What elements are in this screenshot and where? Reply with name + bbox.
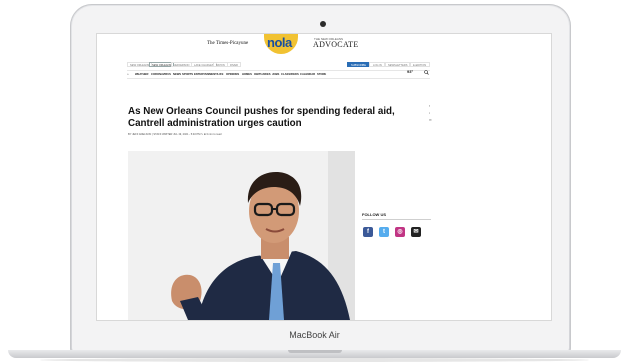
home-icon[interactable]: ⌂ (127, 72, 129, 77)
eedition-link[interactable]: E-EDITION (409, 62, 431, 67)
nav-item-calendar[interactable]: CALENDAR (300, 72, 315, 77)
edition-tab[interactable]: JEFFERSON (171, 62, 193, 67)
share-column: f t ✉ (429, 104, 433, 125)
nav-item-weather[interactable]: WEATHER (135, 72, 148, 77)
byline-text: BY JEFF ADELSON | STAFF WRITER JUL 19, 2… (128, 133, 201, 136)
edition-tab[interactable]: RIVER (227, 62, 241, 67)
search-icon[interactable] (424, 70, 429, 75)
edition-tab[interactable]: BATON (213, 62, 228, 67)
follow-us-title: FOLLOW US (362, 212, 386, 217)
nav-item-sports[interactable]: SPORTS (182, 72, 193, 77)
nav-item-news[interactable]: NEWS (173, 72, 181, 77)
camera-icon (320, 21, 326, 27)
article-headline: As New Orleans Council pushes for spendi… (128, 106, 395, 129)
nav-item-store[interactable]: STORE (317, 72, 326, 77)
nav-item-homes[interactable]: HOMES (242, 72, 252, 77)
article-photo[interactable] (128, 151, 355, 320)
twitter-icon[interactable]: t (379, 227, 389, 237)
newsletters-link[interactable]: NEWSLETTERS (384, 62, 412, 67)
twitter-share-icon[interactable]: t (429, 111, 433, 115)
article-byline: BY JEFF ADELSON | STAFF WRITER JUL 19, 2… (128, 133, 221, 136)
times-picayune-logo[interactable]: The Times-Picayune (207, 41, 248, 46)
nav-item-coronavirus[interactable]: CORONAVIRUS (151, 72, 171, 77)
nav-item-opinions[interactable]: OPINIONS (226, 72, 239, 77)
photo-subject (128, 151, 355, 320)
site-masthead: The Times-Picayune nola THE NEW ORLEANS … (97, 34, 551, 58)
subscribe-button[interactable]: SUBSCRIBE (347, 62, 370, 67)
laptop-shadow (40, 358, 589, 362)
email-share-icon[interactable]: ✉ (429, 118, 433, 122)
main-nav: ⌂ WEATHER CORONAVIRUS NEWS SPORTS ENTERT… (127, 70, 430, 79)
weather-temp[interactable]: 93° (407, 69, 413, 74)
follow-divider (362, 219, 431, 220)
nav-item-obituaries[interactable]: OBITUARIES (254, 72, 271, 77)
instagram-icon[interactable]: ◎ (395, 227, 405, 237)
nav-item-entertainment[interactable]: ENTERTAINMENT/LIFE (194, 72, 223, 77)
email-icon[interactable]: ✉ (411, 227, 421, 237)
nav-item-classifieds[interactable]: CLASSIFIEDS (281, 72, 299, 77)
read-time: 3 min to read (206, 133, 222, 136)
facebook-icon[interactable]: f (363, 227, 373, 237)
laptop-base-notch (288, 350, 342, 353)
advocate-logo[interactable]: ADVOCATE (313, 40, 359, 49)
facebook-share-icon[interactable]: f (429, 104, 433, 108)
device-label: MacBook Air (289, 330, 340, 340)
browser-screen: The Times-Picayune nola THE NEW ORLEANS … (96, 33, 552, 321)
nav-item-jobs[interactable]: JOBS (272, 72, 279, 77)
nola-logo[interactable]: nola (267, 35, 292, 50)
